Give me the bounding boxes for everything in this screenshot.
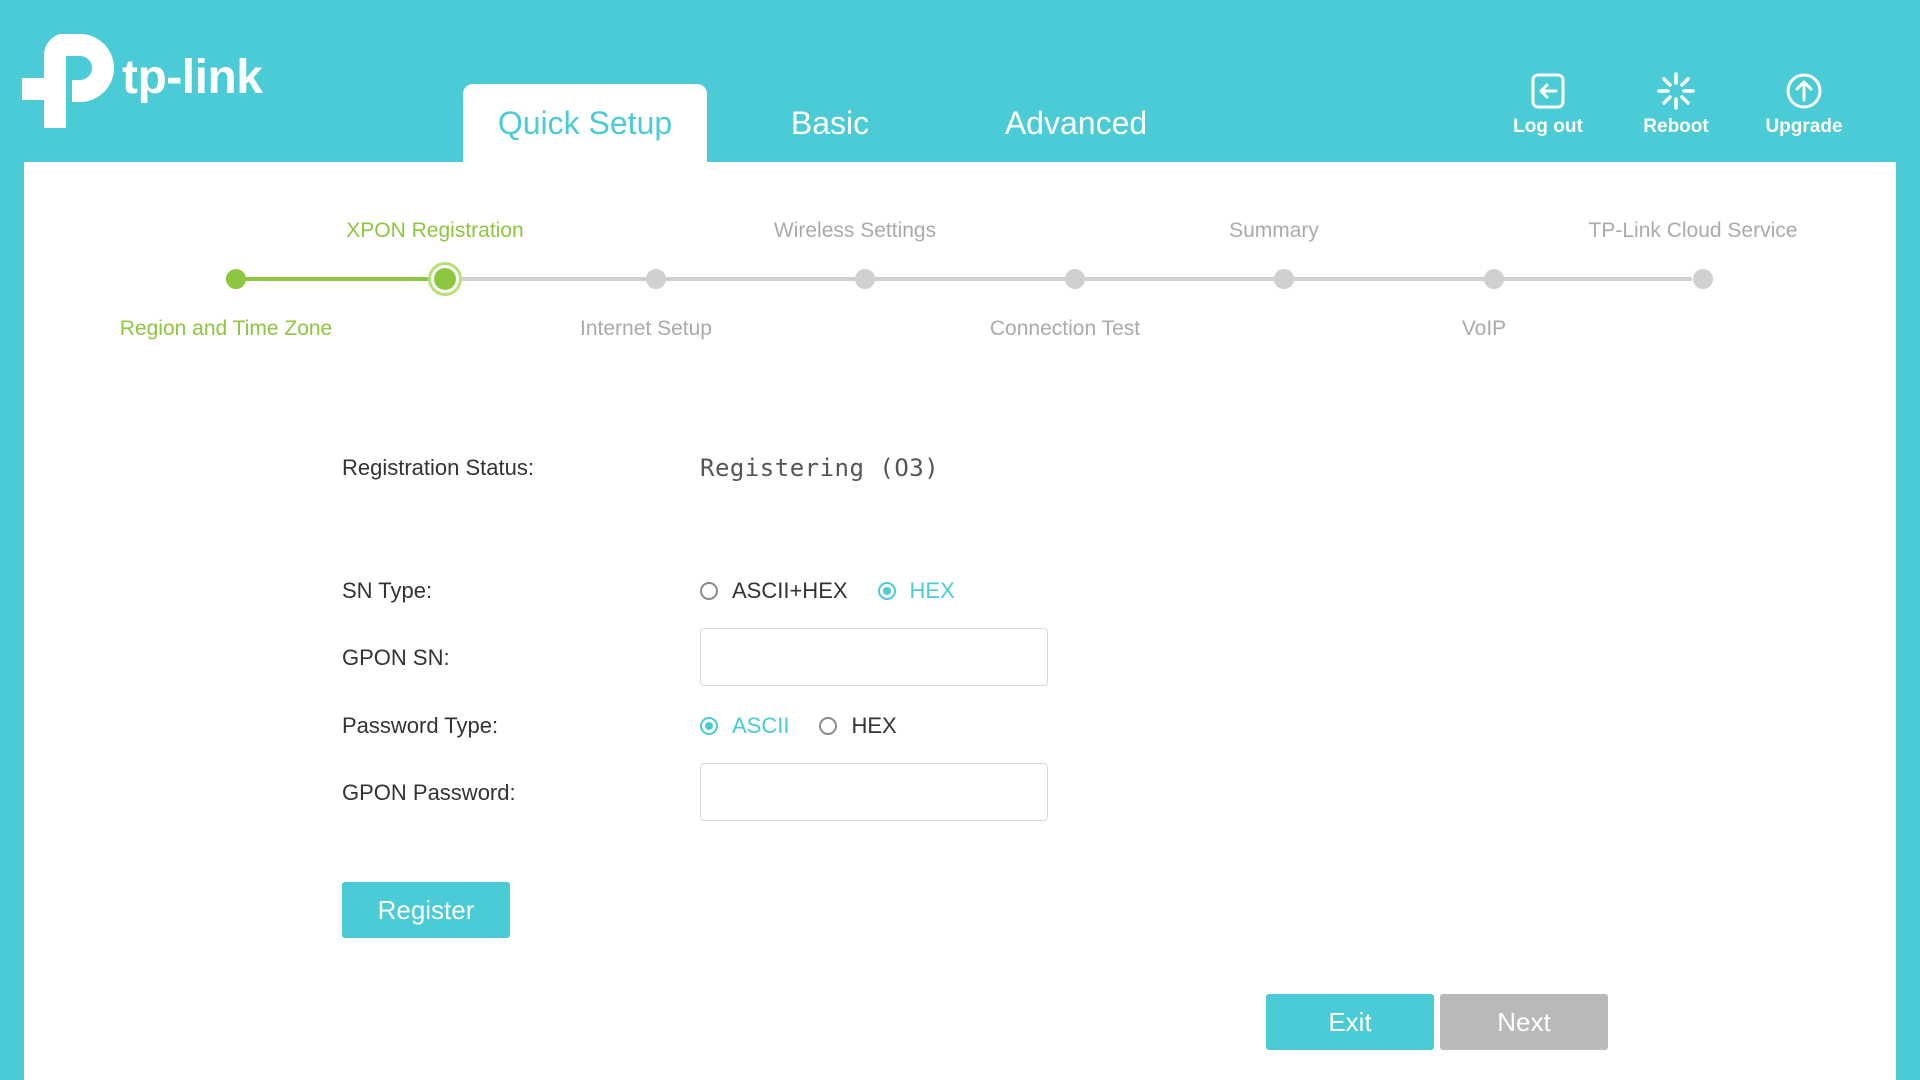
setup-stepper: Region and Time Zone XPON Registration I… — [24, 162, 1896, 362]
gpon-password-input[interactable] — [700, 763, 1048, 821]
gpon-password-label: GPON Password: — [342, 780, 516, 805]
logout-label: Log out — [1513, 116, 1583, 137]
tab-advanced[interactable]: Advanced — [953, 84, 1199, 162]
tab-quick-setup[interactable]: Quick Setup — [463, 84, 707, 162]
step-dot-cloud[interactable] — [1693, 269, 1713, 289]
gpon-sn-input[interactable] — [700, 628, 1048, 686]
main-tabs: Quick Setup Basic Advanced — [463, 84, 1199, 162]
sn-type-ascii-hex-label: ASCII+HEX — [732, 578, 848, 603]
gpon-sn-label: GPON SN: — [342, 645, 450, 670]
step-label-summary: Summary — [1229, 219, 1319, 242]
upgrade-button[interactable]: Upgrade — [1740, 72, 1868, 138]
stepper-progress — [226, 277, 436, 281]
step-label-internet: Internet Setup — [580, 317, 712, 340]
quick-setup-panel: Region and Time Zone XPON Registration I… — [24, 162, 1896, 1080]
radio-circle-icon — [819, 717, 838, 735]
next-button[interactable]: Next — [1440, 994, 1608, 1050]
step-dot-summary[interactable] — [1274, 269, 1294, 289]
password-type-hex-label: HEX — [851, 713, 897, 738]
upgrade-icon — [1786, 73, 1822, 109]
registration-status-value: Registering (O3) — [700, 454, 940, 482]
password-type-ascii-radio[interactable]: ASCII — [700, 713, 789, 739]
sn-type-label: SN Type: — [342, 578, 433, 603]
register-button[interactable]: Register — [342, 882, 510, 938]
step-label-xpon: XPON Registration — [346, 219, 524, 242]
registration-status-label: Registration Status: — [342, 455, 534, 480]
step-label-region: Region and Time Zone — [119, 317, 333, 340]
password-type-label: Password Type: — [342, 713, 499, 738]
exit-button[interactable]: Exit — [1266, 994, 1434, 1050]
upgrade-label: Upgrade — [1765, 116, 1843, 137]
reboot-button[interactable]: Reboot — [1612, 72, 1740, 138]
password-type-hex-radio[interactable]: HEX — [819, 713, 897, 739]
password-type-ascii-label: ASCII — [732, 713, 790, 738]
sn-type-hex-label: HEX — [909, 578, 955, 603]
step-dot-xpon[interactable] — [434, 268, 456, 290]
top-header: tp-link Quick Setup Basic Advanced Log o… — [0, 0, 1920, 162]
sn-type-radio-group: ASCII+HEX HEX — [700, 578, 985, 604]
password-type-radio-group: ASCII HEX — [700, 713, 927, 739]
step-dot-voip[interactable] — [1484, 269, 1504, 289]
step-dot-connection[interactable] — [1065, 269, 1085, 289]
radio-checked-icon — [877, 582, 896, 600]
step-label-voip: VoIP — [1461, 317, 1507, 340]
brand-name: tp-link — [122, 50, 263, 104]
tab-basic[interactable]: Basic — [707, 84, 953, 162]
tp-link-logo: tp-link — [22, 34, 263, 128]
step-label-connection: Connection Test — [989, 317, 1141, 340]
header-actions: Log out Reboot Upgrade — [1484, 72, 1868, 138]
step-dot-region[interactable] — [226, 269, 246, 289]
reboot-icon — [1657, 72, 1695, 110]
reboot-label: Reboot — [1643, 116, 1709, 137]
step-label-cloud: TP-Link Cloud Service — [1588, 219, 1798, 242]
radio-checked-icon — [700, 717, 718, 735]
sn-type-ascii-hex-radio[interactable]: ASCII+HEX — [700, 578, 848, 604]
logout-icon — [1531, 73, 1565, 109]
logout-button[interactable]: Log out — [1484, 72, 1612, 138]
step-dot-internet[interactable] — [646, 269, 666, 289]
sn-type-hex-radio[interactable]: HEX — [877, 578, 955, 604]
radio-circle-icon — [700, 582, 718, 600]
tp-link-logo-icon — [22, 34, 114, 128]
step-label-wireless: Wireless Settings — [773, 219, 937, 242]
step-dot-wireless[interactable] — [855, 269, 875, 289]
